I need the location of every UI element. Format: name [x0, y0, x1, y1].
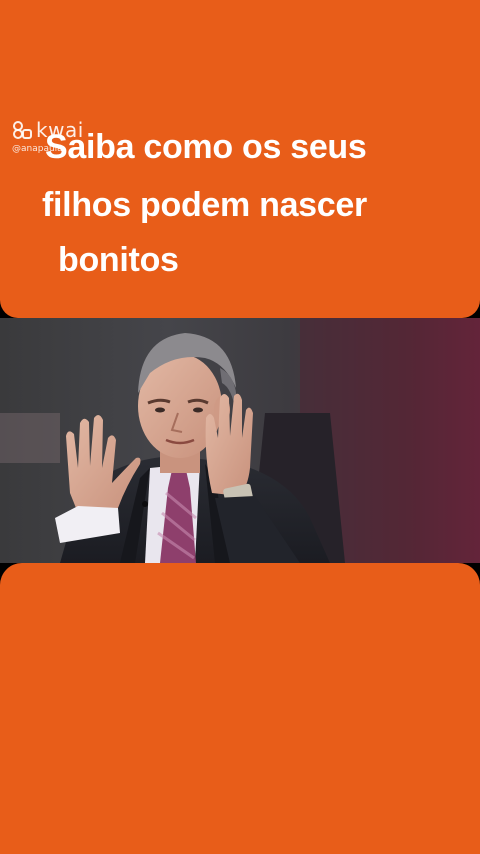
- caption-panel: Saiba como os seus filhos podem nascer b…: [0, 0, 480, 318]
- video-player[interactable]: [0, 318, 480, 563]
- caption-line-3: bonitos: [58, 241, 179, 279]
- kwai-app-name: kwai: [36, 118, 84, 142]
- kwai-logo-icon: [13, 121, 32, 139]
- video-post-screen: Saiba como os seus filhos podem nascer b…: [0, 0, 480, 854]
- video-frame-image: [0, 318, 480, 563]
- caption-line-2: filhos podem nascer: [42, 186, 367, 224]
- caption-line-1: Saiba como os seus: [45, 128, 367, 166]
- kwai-watermark: kwai @anapaula: [12, 118, 84, 154]
- bottom-panel: [0, 563, 480, 854]
- creator-handle: @anapaula: [12, 144, 63, 154]
